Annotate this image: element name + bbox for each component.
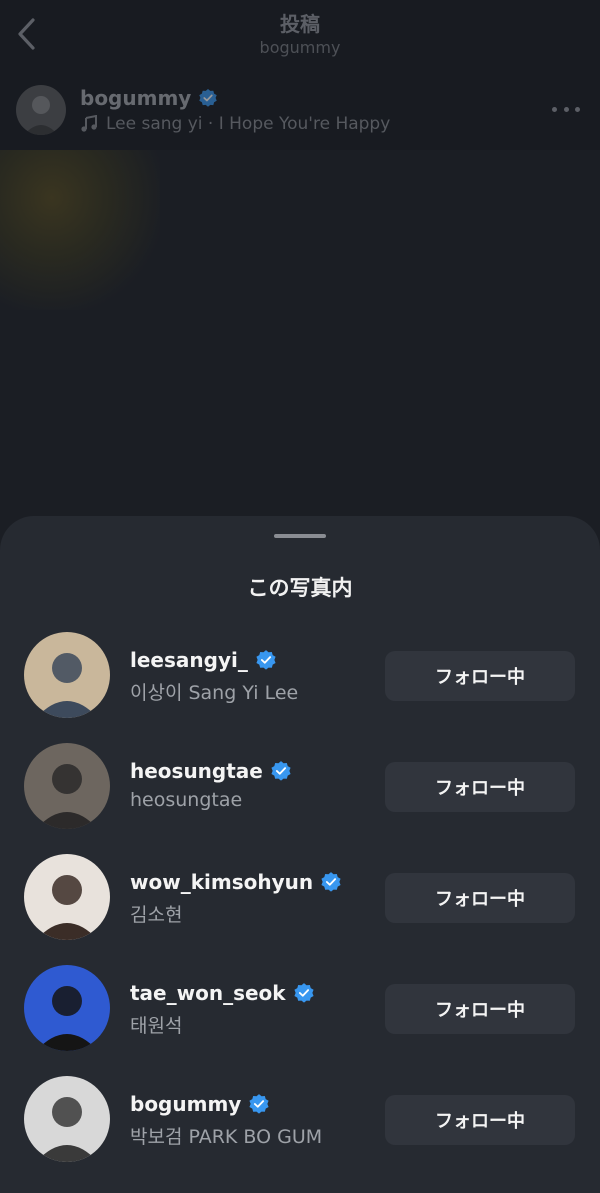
post-username: bogummy (80, 86, 192, 110)
username: tae_won_seok (130, 981, 286, 1005)
tagged-user-row[interactable]: bogummy 박보검 PARK BO GUM フォロー中 (0, 1072, 600, 1183)
post-header: bogummy Lee sang yi · I Hope You're Happ… (0, 80, 600, 150)
following-button[interactable]: フォロー中 (385, 762, 575, 812)
username-row[interactable]: tae_won_seok (130, 981, 315, 1005)
page-title: 投稿 (280, 12, 320, 36)
user-avatar[interactable] (24, 1076, 110, 1162)
username-row[interactable]: bogummy (130, 1092, 270, 1116)
display-name: 이상이 Sang Yi Lee (130, 682, 299, 704)
music-note-icon (81, 115, 97, 132)
display-name: heosungtae (130, 789, 243, 811)
verified-badge-icon (294, 983, 314, 1003)
user-avatar[interactable] (24, 854, 110, 940)
display-name: 김소현 (130, 904, 183, 926)
following-button[interactable]: フォロー中 (385, 651, 575, 701)
tagged-user-row[interactable]: wow_kimsohyun 김소현 フォロー中 (0, 850, 600, 961)
verified-badge-icon (321, 872, 341, 892)
tagged-user-row[interactable]: tae_won_seok 태원석 フォロー中 (0, 961, 600, 1072)
verified-badge-icon (256, 650, 276, 670)
post-username-row[interactable]: bogummy (80, 86, 218, 110)
sheet-grabber-handle[interactable] (274, 534, 326, 538)
tagged-user-row[interactable]: leesangyi_ 이상이 Sang Yi Lee フォロー中 (0, 628, 600, 739)
avatar-image (16, 85, 66, 135)
avatar-image (24, 854, 110, 940)
post-avatar[interactable] (16, 85, 66, 135)
tagged-user-list: leesangyi_ 이상이 Sang Yi Lee フォロー中 heosungtae… (0, 628, 600, 1183)
photo-highlight (0, 150, 160, 310)
more-dot-icon (552, 106, 557, 112)
user-avatar[interactable] (24, 632, 110, 718)
username: bogummy (130, 1092, 242, 1116)
following-button[interactable]: フォロー中 (385, 873, 575, 923)
display-name: 박보검 PARK BO GUM (130, 1126, 323, 1148)
post-photo[interactable] (0, 150, 600, 550)
tagged-user-row[interactable]: heosungtae heosungtae フォロー中 (0, 739, 600, 850)
more-dot-icon (563, 106, 569, 112)
page-subtitle: bogummy (259, 38, 341, 57)
username: heosungtae (130, 759, 263, 783)
nav-bar: 投稿 bogummy (0, 0, 600, 72)
display-name: 태원석 (130, 1015, 183, 1037)
more-dot-icon (575, 106, 580, 112)
tagged-people-sheet: この写真内 leesangyi_ 이상이 Sang Yi Lee フォロー中 heos… (0, 516, 600, 1193)
avatar-image (24, 1076, 110, 1162)
music-label: Lee sang yi · I Hope You're Happy (106, 114, 391, 134)
verified-badge-icon (271, 761, 291, 781)
user-avatar[interactable] (24, 743, 110, 829)
username-row[interactable]: wow_kimsohyun (130, 870, 342, 894)
avatar-image (24, 965, 110, 1051)
username-row[interactable]: leesangyi_ (130, 648, 277, 672)
username: wow_kimsohyun (130, 870, 314, 894)
screen: 投稿 bogummy bogummy Lee sang yi · I Hope … (0, 0, 600, 1193)
sheet-title: この写真内 (247, 576, 353, 600)
verified-badge-icon (199, 89, 218, 107)
following-button[interactable]: フォロー中 (385, 984, 575, 1034)
avatar-image (24, 632, 110, 718)
more-options-button[interactable] (552, 102, 580, 116)
following-button[interactable]: フォロー中 (385, 1095, 575, 1145)
user-avatar[interactable] (24, 965, 110, 1051)
username-row[interactable]: heosungtae (130, 759, 292, 783)
verified-badge-icon (249, 1094, 269, 1114)
avatar-image (24, 743, 110, 829)
post-music[interactable]: Lee sang yi · I Hope You're Happy (80, 114, 390, 134)
username: leesangyi_ (130, 648, 248, 672)
